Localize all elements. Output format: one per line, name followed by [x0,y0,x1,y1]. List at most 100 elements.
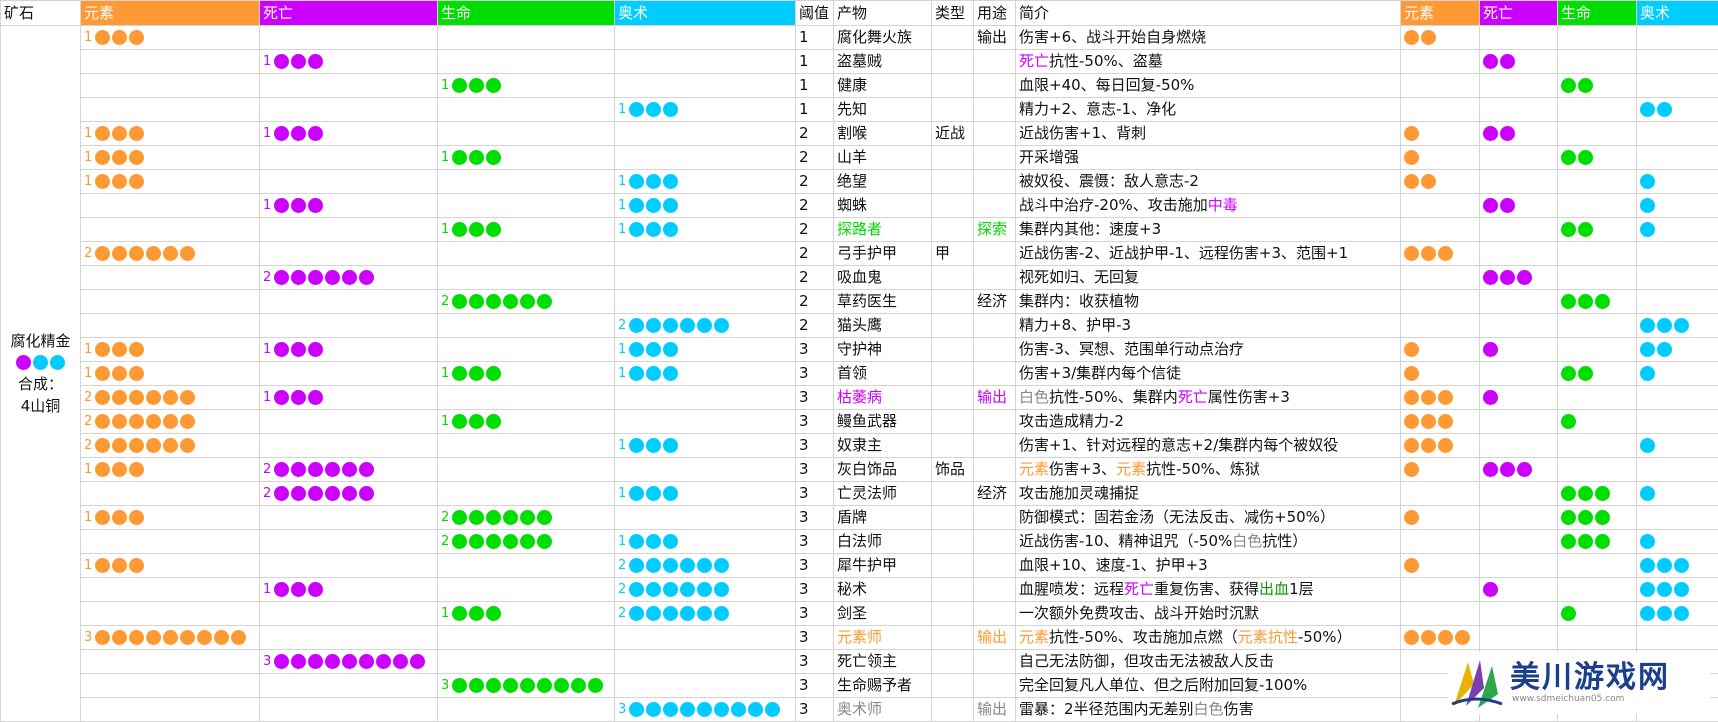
life-dot-icon [469,294,484,309]
req-elem-cell [81,290,260,314]
threshold-cell: 2 [796,314,834,338]
arcane-level-number: 1 [618,194,626,217]
elem-dot-icon [1421,174,1436,189]
desc-segment: 元素 [1238,628,1268,646]
arcane-dot-icon [1657,558,1672,573]
elem-dots: 1 [84,554,144,577]
death-dot-icon [410,654,425,669]
arcane-dot-icon [629,438,644,453]
desc-segment: 抗性-50%、集群内 [1049,388,1178,406]
table-row: 123秘术血腥喷发：远程死亡重复伤害、获得出血1层 [1,578,1718,602]
death-dot-icon [325,462,340,477]
elem-dot-icon [95,342,110,357]
death-dot-icon [359,462,374,477]
life-dots [1561,366,1593,381]
table-row: 213奴隶主伤害+1、针对远程的意志+2/集群内每个被奴役 [1,434,1718,458]
req-elem-cell: 2 [81,434,260,458]
arcane-dot-icon [629,198,644,213]
type-cell [932,362,974,386]
death-dot-icon [291,126,306,141]
table-row: 213鳗鱼武器攻击造成精力-2 [1,410,1718,434]
life-dot-icon [503,678,518,693]
death-dot-icon [291,582,306,597]
out-death-cell [1480,362,1558,386]
desc-segment: 白色 [1019,388,1049,406]
out-life-cell [1558,554,1637,578]
product-cell: 猫头鹰 [834,314,932,338]
elem-dot-icon [146,246,161,261]
use-cell [974,242,1016,266]
req-life-cell [438,242,615,266]
product-cell: 弓手护甲 [834,242,932,266]
elem-dots [1404,246,1453,261]
req-arcane-cell: 1 [615,170,796,194]
type-cell [932,26,974,50]
threshold-cell: 2 [796,218,834,242]
life-dot-icon [452,78,467,93]
elem-level-number: 2 [84,434,92,457]
arcane-level-number: 2 [618,314,626,337]
elem-level-number: 2 [84,386,92,409]
table-row: 213枯萎病输出白色抗性-50%、集群内死亡属性伤害+3 [1,386,1718,410]
life-dots: 1 [441,218,501,241]
elem-dot-icon [163,630,178,645]
req-life-cell: 2 [438,290,615,314]
req-life-cell [438,650,615,674]
use-cell [974,146,1016,170]
use-cell [974,338,1016,362]
elem-dot-icon [180,246,195,261]
elem-dot-icon [1404,126,1419,141]
out-arcane-cell [1637,26,1718,50]
desc-segment: 伤害+3、 [1049,460,1116,478]
req-arcane-cell [615,146,796,170]
req-arcane-cell: 2 [615,602,796,626]
life-dots [1561,534,1610,549]
arcane-dot-icon [646,222,661,237]
arcane-dot-icon [646,702,661,717]
arcane-dot-icon [714,702,729,717]
out-elem-cell [1401,170,1480,194]
life-dots: 2 [441,290,552,313]
elem-dots [1404,30,1436,45]
out-elem-cell [1401,122,1480,146]
death-dot-icon [1500,198,1515,213]
table-row: 22草药医生经济集群内：收获植物 [1,290,1718,314]
elem-dot-icon [112,174,127,189]
req-elem-cell [81,578,260,602]
life-dot-icon [486,606,501,621]
elem-dots: 3 [84,626,246,649]
req-life-cell [438,266,615,290]
elem-dot-icon [95,630,110,645]
req-arcane-cell: 1 [615,98,796,122]
req-arcane-cell: 2 [615,314,796,338]
desc-segment: 中毒 [1208,196,1238,214]
death-dot-icon [274,582,289,597]
out-arcane-cell [1637,314,1718,338]
desc-segment: 视死如归、无回复 [1019,268,1139,286]
req-elem-cell: 2 [81,386,260,410]
arcane-level-number: 1 [618,434,626,457]
life-dot-icon [520,678,535,693]
arcane-dot-icon [1657,102,1672,117]
desc-segment: 近战伤害+1、背刺 [1019,124,1146,142]
arcane-dot-icon [33,355,48,370]
use-cell [974,122,1016,146]
life-dot-icon [469,534,484,549]
arcane-dot-icon [1640,102,1655,117]
req-death-cell [260,554,438,578]
death-dot-icon [359,486,374,501]
arcane-dot-icon [629,318,644,333]
req-death-cell: 1 [260,578,438,602]
req-death-cell [260,362,438,386]
header-type: 类型 [932,1,974,26]
arcane-dot-icon [663,438,678,453]
elem-dot-icon [1404,438,1419,453]
arcane-dot-icon [663,222,678,237]
table-row: 腐化精金合成：4山铜11腐化舞火族输出伤害+6、战斗开始自身燃烧 [1,26,1718,50]
table-row: 213亡灵法师经济攻击施加灵魂捕捉 [1,482,1718,506]
elem-dot-icon [1404,174,1419,189]
req-arcane-cell [615,386,796,410]
death-dots: 1 [263,50,323,73]
elem-dot-icon [1438,630,1453,645]
out-arcane-cell [1637,194,1718,218]
